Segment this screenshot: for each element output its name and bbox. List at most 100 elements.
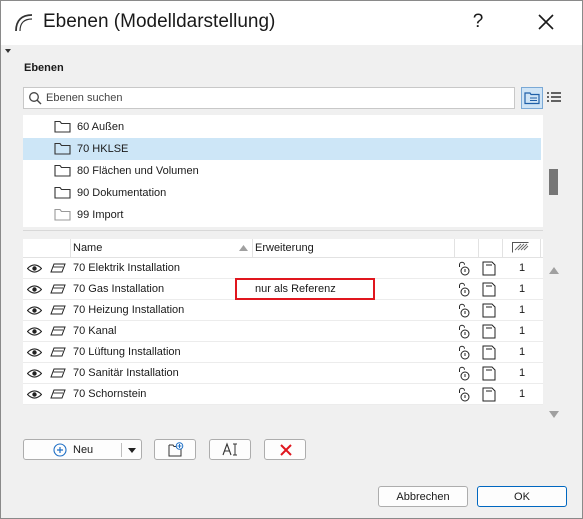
tree-view-button[interactable] [521,87,543,109]
layer-number: 1 [518,262,526,274]
tree-item-70-hklse[interactable]: 70 HKLSE [23,138,541,160]
collapse-arrow-icon[interactable] [5,49,11,53]
layer-number: 1 [518,346,526,358]
lock-open-icon[interactable] [457,387,471,402]
layer-name: 70 Schornstein [73,388,147,400]
search-box[interactable] [23,87,515,109]
column-divider [252,239,253,257]
folder-outline-icon [54,208,71,221]
layer-number: 1 [518,304,526,316]
lock-open-icon[interactable] [457,282,471,297]
layer-number: 1 [518,283,526,295]
layer-name: 70 Gas Installation [73,283,165,295]
tree-item-label: 99 Import [77,209,124,221]
ok-label: OK [514,491,530,503]
document-icon[interactable] [482,324,496,339]
new-folder-icon [168,442,184,457]
lock-open-icon[interactable] [457,303,471,318]
delete-x-icon [280,444,292,456]
table-row[interactable]: 70 Lüftung Installation 1 [23,342,543,363]
eye-icon[interactable] [27,264,42,273]
title-bar: Ebenen (Modelldarstellung) ? [1,1,582,45]
document-icon[interactable] [482,366,496,381]
layer-icon[interactable] [50,347,66,357]
delete-button[interactable] [264,439,306,460]
lock-open-icon[interactable] [457,324,471,339]
table-row[interactable]: 70 Sanitär Installation 1 [23,363,543,384]
app-icon [15,14,33,32]
eye-icon[interactable] [27,306,42,315]
tree-item-80-flaechen[interactable]: 80 Flächen und Volumen [23,160,541,182]
layer-icon[interactable] [50,326,66,336]
search-input[interactable] [46,89,506,106]
tree-scrollbar-thumb[interactable] [549,169,558,195]
eye-icon[interactable] [27,348,42,357]
table-header: Name Erweiterung [23,239,543,258]
eye-icon[interactable] [27,369,42,378]
layer-folder-tree: 60 Außen 70 HKLSE 80 Flächen und Volumen… [23,115,543,227]
list-view-button[interactable] [544,87,566,109]
lock-open-icon[interactable] [457,261,471,276]
column-header-extension[interactable]: Erweiterung [255,242,314,254]
document-icon[interactable] [482,345,496,360]
section-label: Ebenen [24,62,64,74]
column-divider [478,239,479,257]
rename-icon [222,442,237,456]
folder-icon [54,120,71,133]
folder-icon [54,142,71,155]
new-layer-button[interactable]: Neu [23,439,142,460]
tree-item-90-dokumentation[interactable]: 90 Dokumentation [23,182,541,204]
column-divider [454,239,455,257]
tree-item-99-import[interactable]: 99 Import [23,204,541,226]
table-row[interactable]: 70 Kanal 1 [23,321,543,342]
tree-item-label: 90 Dokumentation [77,187,167,199]
document-icon[interactable] [482,261,496,276]
lock-open-icon[interactable] [457,345,471,360]
folder-tree-icon [524,92,540,105]
tree-item-label: 70 HKLSE [77,143,129,155]
layer-table: Name Erweiterung 70 Elektrik Installatio… [23,239,543,405]
help-button[interactable]: ? [463,7,493,37]
chevron-down-icon[interactable] [128,448,136,453]
table-row[interactable]: 70 Schornstein 1 [23,384,543,405]
hatch-pattern-icon [512,242,529,253]
layer-number: 1 [518,388,526,400]
lock-open-icon[interactable] [457,366,471,381]
close-icon [538,14,554,30]
dialog-title: Ebenen (Modelldarstellung) [43,11,276,32]
button-separator [121,443,122,457]
column-divider [540,239,541,257]
table-row[interactable]: 70 Elektrik Installation 1 [23,258,543,279]
layer-icon[interactable] [50,263,66,273]
layer-icon[interactable] [50,389,66,399]
cancel-button[interactable]: Abbrechen [378,486,468,507]
column-header-name[interactable]: Name [73,242,102,254]
tree-item-label: 80 Flächen und Volumen [77,165,199,177]
new-folder-button[interactable] [154,439,196,460]
eye-icon[interactable] [27,327,42,336]
layer-icon[interactable] [50,284,66,294]
layer-name: 70 Lüftung Installation [73,346,181,358]
document-icon[interactable] [482,303,496,318]
column-divider [502,239,503,257]
tree-item-60-aussen[interactable]: 60 Außen [23,116,541,138]
layer-icon[interactable] [50,305,66,315]
layer-number: 1 [518,325,526,337]
document-icon[interactable] [482,282,496,297]
ok-button[interactable]: OK [477,486,567,507]
scroll-up-icon[interactable] [549,267,559,274]
layer-icon[interactable] [50,368,66,378]
scroll-down-icon[interactable] [549,411,559,418]
layer-name: 70 Kanal [73,325,117,337]
table-row[interactable]: 70 Heizung Installation 1 [23,300,543,321]
search-icon [29,92,42,105]
document-icon[interactable] [482,387,496,402]
eye-icon[interactable] [27,285,42,294]
rename-button[interactable] [209,439,251,460]
close-button[interactable] [531,7,561,37]
eye-icon[interactable] [27,390,42,399]
panel-splitter[interactable] [23,230,543,235]
sort-ascending-icon [239,245,248,251]
cancel-label: Abbrechen [396,491,450,503]
highlight-box [235,278,375,300]
